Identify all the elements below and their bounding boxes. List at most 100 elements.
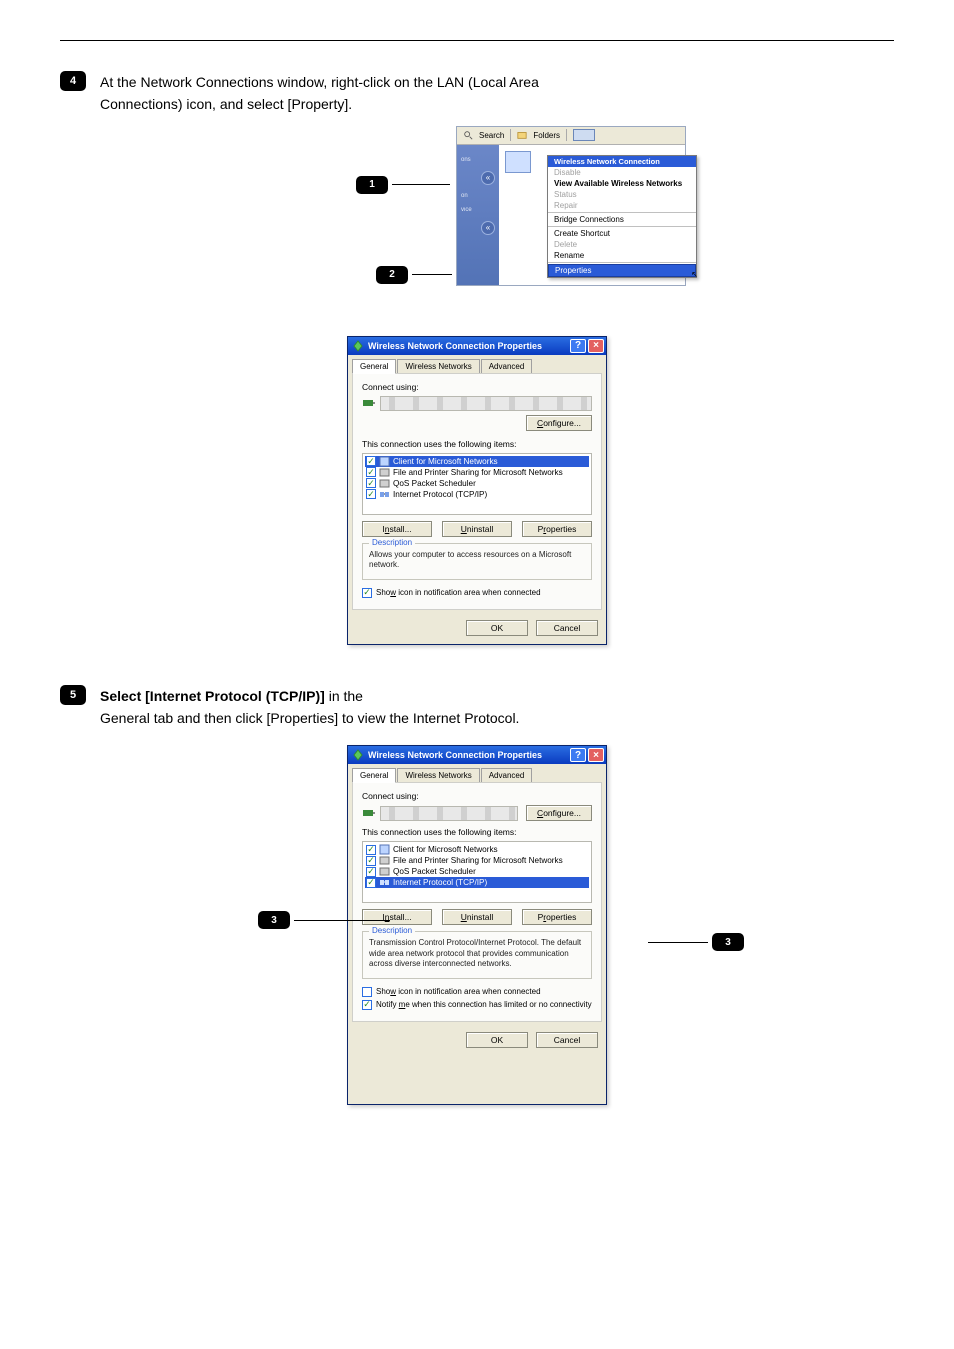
adapter-field	[380, 806, 518, 821]
item-qos[interactable]: ✓ QoS Packet Scheduler	[365, 866, 589, 877]
configure-button[interactable]: Configure...	[526, 415, 592, 431]
item-fileshare-label: File and Printer Sharing for Microsoft N…	[393, 856, 563, 865]
explorer-window: Search Folders ons « on vice «	[456, 126, 686, 286]
connect-using-label: Connect using:	[362, 791, 592, 801]
menu-properties[interactable]: Properties	[548, 264, 696, 277]
notify-checkbox[interactable]: ✓	[362, 1000, 372, 1010]
configure-button[interactable]: Configure...	[526, 805, 592, 821]
menu-status[interactable]: Status	[548, 189, 696, 200]
description-label: Description	[369, 538, 415, 547]
explorer-side: ons « on vice «	[457, 145, 499, 285]
service-icon	[379, 478, 390, 489]
menu-rename[interactable]: Rename	[548, 250, 696, 261]
uninstall-button[interactable]: Uninstall	[442, 909, 512, 925]
close-button[interactable]: ×	[588, 339, 604, 353]
properties-button[interactable]: Properties	[522, 909, 592, 925]
adapter-field	[380, 396, 592, 411]
menu-sep3	[548, 262, 696, 263]
step5-text: Select [Internet Protocol (TCP/IP)] in t…	[100, 685, 519, 730]
tab-advanced[interactable]: Advanced	[481, 359, 533, 373]
item-client-label: Client for Microsoft Networks	[393, 845, 498, 854]
toolbar-sep2	[566, 129, 567, 141]
tab-advanced[interactable]: Advanced	[481, 768, 533, 782]
item-client[interactable]: ✓ Client for Microsoft Networks	[365, 844, 589, 855]
menu-disable[interactable]: Disable	[548, 167, 696, 178]
notify-label: Notify me when this connection has limit…	[376, 1000, 592, 1009]
checkbox-icon[interactable]: ✓	[366, 456, 376, 466]
explorer-toolbar: Search Folders	[457, 127, 685, 145]
views-button[interactable]	[573, 129, 595, 141]
description-text: Allows your computer to access resources…	[369, 550, 585, 571]
item-qos-label: QoS Packet Scheduler	[393, 479, 476, 488]
tab-wireless[interactable]: Wireless Networks	[397, 768, 479, 782]
adapter-icon	[362, 807, 376, 819]
client-icon	[379, 456, 390, 467]
client-icon	[379, 844, 390, 855]
uninstall-button[interactable]: Uninstall	[442, 521, 512, 537]
connection-icon[interactable]	[505, 151, 531, 173]
items-label: This connection uses the following items…	[362, 827, 592, 837]
show-icon-label: Show icon in notification area when conn…	[376, 588, 541, 597]
description-label: Description	[369, 926, 415, 935]
item-client[interactable]: ✓ Client for Microsoft Networks	[365, 456, 589, 467]
menu-repair[interactable]: Repair	[548, 200, 696, 211]
item-fileshare-label: File and Printer Sharing for Microsoft N…	[393, 468, 563, 477]
tab-wireless[interactable]: Wireless Networks	[397, 359, 479, 373]
menu-shortcut[interactable]: Create Shortcut	[548, 228, 696, 239]
properties-button[interactable]: Properties	[522, 521, 592, 537]
collapse-icon-2[interactable]: «	[481, 221, 495, 235]
item-qos-label: QoS Packet Scheduler	[393, 867, 476, 876]
properties-dialog-1: Wireless Network Connection Properties ?…	[347, 336, 607, 645]
cancel-button[interactable]: Cancel	[536, 1032, 598, 1048]
menu-heading: Wireless Network Connection	[548, 156, 696, 167]
folders-icon	[517, 130, 527, 140]
tab-general[interactable]: General	[352, 768, 396, 783]
item-tcpip[interactable]: ✓ Internet Protocol (TCP/IP)	[365, 877, 589, 888]
checkbox-icon[interactable]: ✓	[366, 845, 376, 855]
checkbox-icon[interactable]: ✓	[366, 489, 376, 499]
protocol-icon	[379, 877, 390, 888]
ok-button[interactable]: OK	[466, 620, 528, 636]
callout-3-right-line	[648, 942, 708, 943]
callout-2-line	[412, 274, 452, 275]
checkbox-icon[interactable]: ✓	[366, 867, 376, 877]
toolbar-folders[interactable]: Folders	[533, 131, 560, 140]
install-button[interactable]: Install...	[362, 521, 432, 537]
header-rule	[60, 40, 894, 41]
step4-text: At the Network Connections window, right…	[100, 71, 620, 116]
toolbar-sep	[510, 129, 511, 141]
help-button[interactable]: ?	[570, 748, 586, 762]
cancel-button[interactable]: Cancel	[536, 620, 598, 636]
checkbox-icon[interactable]: ✓	[366, 856, 376, 866]
close-button[interactable]: ×	[588, 748, 604, 762]
cursor-icon: ↖	[691, 270, 698, 279]
menu-sep1	[548, 212, 696, 213]
item-qos[interactable]: ✓ QoS Packet Scheduler	[365, 478, 589, 489]
side-txt3: vice	[461, 207, 495, 213]
show-icon-checkbox[interactable]: ✓	[362, 588, 372, 598]
help-button[interactable]: ?	[570, 339, 586, 353]
checkbox-icon[interactable]: ✓	[366, 467, 376, 477]
item-tcpip[interactable]: ✓ Internet Protocol (TCP/IP)	[365, 489, 589, 500]
item-tcpip-label: Internet Protocol (TCP/IP)	[393, 490, 487, 499]
service-icon	[379, 855, 390, 866]
item-fileshare[interactable]: ✓ File and Printer Sharing for Microsoft…	[365, 467, 589, 478]
callout-2: 2	[376, 266, 408, 284]
menu-bridge[interactable]: Bridge Connections	[548, 214, 696, 225]
menu-sep2	[548, 226, 696, 227]
menu-delete[interactable]: Delete	[548, 239, 696, 250]
toolbar-search[interactable]: Search	[479, 131, 504, 140]
collapse-icon[interactable]: «	[481, 171, 495, 185]
checkbox-icon[interactable]: ✓	[366, 878, 376, 888]
ok-button[interactable]: OK	[466, 1032, 528, 1048]
checkbox-icon[interactable]: ✓	[366, 478, 376, 488]
items-listbox[interactable]: ✓ Client for Microsoft Networks ✓ File a…	[362, 841, 592, 903]
tab-general[interactable]: General	[352, 359, 396, 374]
item-fileshare[interactable]: ✓ File and Printer Sharing for Microsoft…	[365, 855, 589, 866]
service-icon	[379, 467, 390, 478]
show-icon-label: Show icon in notification area when conn…	[376, 987, 541, 996]
items-listbox[interactable]: ✓ Client for Microsoft Networks ✓ File a…	[362, 453, 592, 515]
menu-view-networks[interactable]: View Available Wireless Networks	[548, 178, 696, 189]
show-icon-checkbox[interactable]	[362, 987, 372, 997]
side-txt1: ons	[461, 157, 495, 163]
